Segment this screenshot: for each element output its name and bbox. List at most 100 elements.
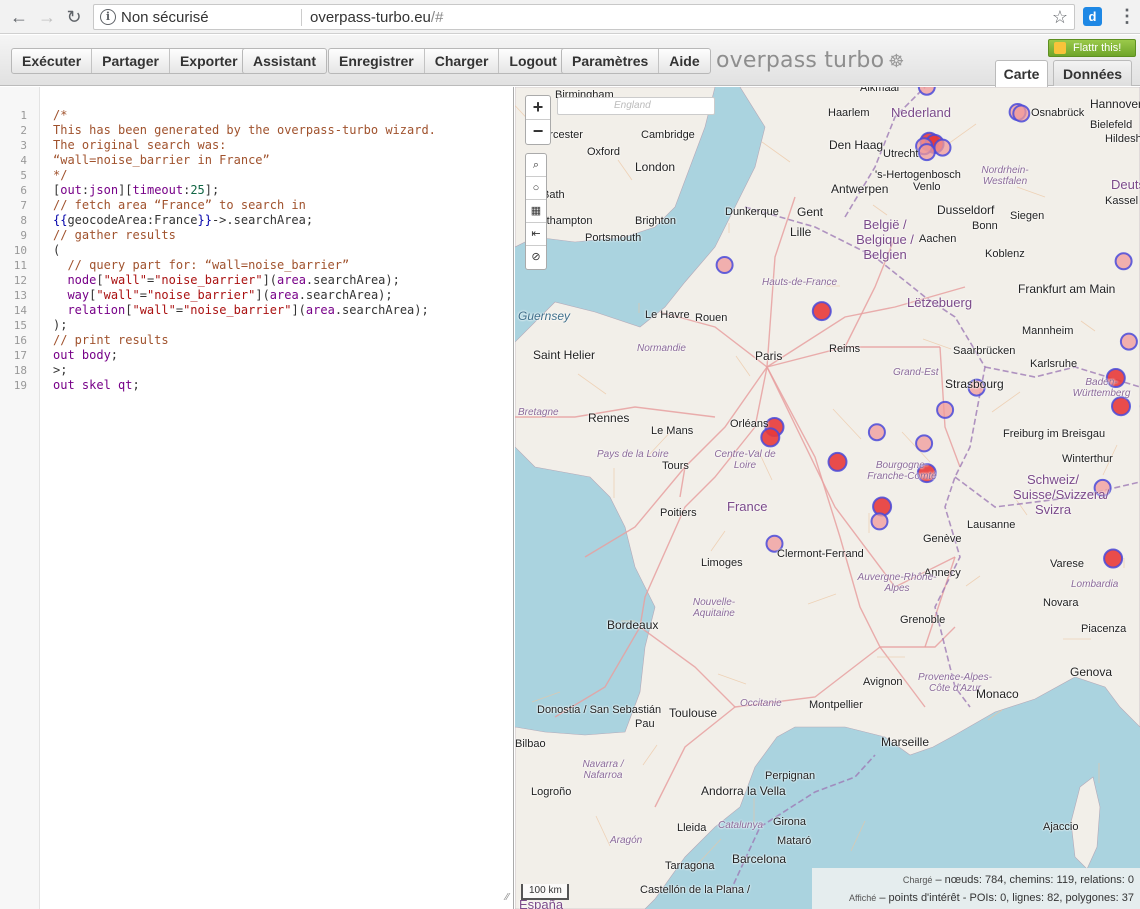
- map-label-bordeaux: Bordeaux: [607, 618, 659, 632]
- map-label-lemans: Le Mans: [651, 425, 694, 437]
- map-label-aragon: Aragón: [610, 835, 643, 846]
- bookmark-star-icon[interactable]: ☆: [1052, 7, 1068, 28]
- map-label-bretagne: Bretagne: [518, 407, 559, 418]
- map-label-clermont: Clermont-Ferrand: [777, 548, 864, 560]
- zoom-in-button[interactable]: +: [526, 96, 550, 120]
- map-label-catalunya: Catalunya: [718, 820, 764, 831]
- noise-barrier-marker: [715, 256, 734, 274]
- help-button[interactable]: Aide: [659, 49, 709, 73]
- map-label-london: London: [635, 160, 676, 174]
- map-label-occitanie: Occitanie: [740, 698, 782, 709]
- stats-loaded: Chargé – nœuds: 784, chemins: 119, relat…: [902, 874, 1134, 886]
- map-label-schweiz: Schweiz/ Suisse/Svizzera/ Svizra: [1013, 472, 1110, 517]
- reload-icon[interactable]: ↻: [63, 6, 85, 28]
- extension-icon[interactable]: d: [1083, 7, 1102, 26]
- line-number: 2: [20, 124, 27, 137]
- code-line: {{geocodeArea:France}}->.searchArea;: [53, 213, 314, 227]
- map-label-frankfurt: Frankfurt am Main: [1018, 282, 1116, 296]
- query-editor[interactable]: 1 2 3 4 5 6 7 8 9 10 11 12 13 14 15 16 1…: [0, 87, 514, 909]
- map-label-osnabruck: Osnabrück: [1031, 107, 1085, 119]
- layers-icon[interactable]: ▦: [526, 200, 546, 223]
- map-label-letzebuerg: Lëtzebuerg: [907, 295, 973, 310]
- map-label-bonn: Bonn: [972, 220, 998, 232]
- map-label-mataro: Mataró: [777, 835, 812, 847]
- line-number: 10: [13, 244, 27, 257]
- fit-data-icon[interactable]: ⇤: [526, 223, 546, 246]
- code-line: );: [53, 318, 68, 332]
- logout-button[interactable]: Logout: [499, 49, 566, 73]
- zoom-out-button[interactable]: −: [526, 120, 550, 144]
- map-label-varese: Varese: [1050, 558, 1085, 570]
- noise-barrier-marker: [760, 427, 781, 448]
- stats-shown: Affiché – points d'intérêt - POIs: 0, li…: [848, 892, 1134, 904]
- map-label-lille: Lille: [790, 225, 812, 239]
- map-label-orleans: Orléans: [730, 418, 769, 430]
- clear-icon[interactable]: ⊘: [526, 246, 546, 269]
- map-label-paysloire: Pays de la Loire: [597, 449, 669, 460]
- locate-icon[interactable]: ○: [526, 177, 546, 200]
- line-number: 16: [13, 334, 27, 347]
- map-label-rouen: Rouen: [695, 312, 728, 324]
- code-line: way["wall"="noise_barrier"](area.searchA…: [67, 288, 393, 302]
- browser-menu-icon[interactable]: ⋮: [1118, 6, 1136, 26]
- load-button[interactable]: Charger: [425, 49, 500, 73]
- map-label-lausanne: Lausanne: [967, 519, 1016, 531]
- line-number: 1: [20, 109, 27, 122]
- map-label-hildesheim: Hildesheim: [1105, 133, 1140, 145]
- map-label-bielefeld: Bielefeld: [1090, 119, 1133, 131]
- noise-barrier-marker: [915, 434, 934, 453]
- map-label-barcelona: Barcelona: [732, 852, 787, 866]
- export-button[interactable]: Exporter: [170, 49, 248, 73]
- brand-text: overpass turbo: [716, 48, 885, 73]
- map-label-dusseldorf: Dusseldorf: [937, 203, 995, 217]
- info-icon[interactable]: i: [100, 9, 116, 25]
- line-number: 14: [13, 304, 27, 317]
- line-number: 9: [20, 229, 27, 242]
- noise-barrier-marker: [1119, 332, 1138, 351]
- map-label-mannheim: Mannheim: [1022, 325, 1074, 337]
- map-label-portsmouth: Portsmouth: [585, 232, 642, 244]
- map-label-navarra: Navarra / Nafarroa: [582, 759, 624, 781]
- map-label-saintHelier: Saint Helier: [533, 348, 596, 362]
- map-label-bourgogne: Bourgogne-Franche-Comté: [867, 460, 937, 482]
- settings-button[interactable]: Paramètres: [562, 49, 660, 73]
- map-search-input[interactable]: England: [557, 97, 715, 115]
- noise-barrier-marker: [917, 87, 936, 96]
- flattr-button[interactable]: Flattr this!: [1048, 39, 1136, 57]
- map-label-avignon: Avignon: [863, 676, 903, 688]
- code-line: // query part for: “wall=noise_barrier”: [67, 258, 350, 272]
- map-label-lleida: Lleida: [677, 822, 707, 834]
- map-label-donostia: Donostia / San Sebastián: [537, 704, 662, 716]
- island: [568, 330, 578, 340]
- line-number: 6: [20, 184, 27, 197]
- noise-barrier-marker: [1012, 104, 1031, 123]
- map-label-hauts: Hauts-de-France: [762, 277, 838, 288]
- map-label-deutschland: Deutsch: [1111, 177, 1140, 192]
- wizard-button[interactable]: Assistant: [243, 49, 326, 73]
- code-line: /*: [53, 108, 68, 122]
- map-view[interactable]: Hannover Birmingham Alkmaar Haarlem Nederlan…: [515, 87, 1140, 909]
- noise-barrier-marker: [867, 423, 886, 442]
- line-number-gutter: 1 2 3 4 5 6 7 8 9 10 11 12 13 14 15 16 1…: [0, 87, 40, 909]
- wizard-group: Assistant: [242, 48, 328, 74]
- tab-data[interactable]: Données: [1053, 60, 1132, 86]
- map-label-alkmaar: Alkmaar: [860, 87, 901, 94]
- save-button[interactable]: Enregistrer: [329, 49, 425, 73]
- share-button[interactable]: Partager: [92, 49, 170, 73]
- map-label-perpignan: Perpignan: [765, 770, 816, 782]
- map-label-france: France: [727, 499, 768, 514]
- resize-grip-icon[interactable]: ⁄⁄: [506, 892, 509, 903]
- run-button[interactable]: Exécuter: [12, 49, 93, 73]
- search-icon[interactable]: ⌕: [526, 154, 546, 177]
- omnibox-separator: [301, 9, 302, 26]
- back-icon[interactable]: ←: [8, 6, 30, 28]
- forward-icon[interactable]: →: [36, 6, 58, 28]
- map-label-piacenza: Piacenza: [1081, 623, 1127, 635]
- noise-barrier-marker: [811, 301, 832, 322]
- noise-barrier-marker: [917, 143, 936, 162]
- address-bar[interactable]: i Non sécurisé overpass-turbo.eu/# ☆: [93, 4, 1075, 30]
- map-tool-control: ⌕ ○ ▦ ⇤ ⊘: [525, 153, 547, 270]
- map-label-oxford: Oxford: [587, 146, 621, 158]
- tab-map[interactable]: Carte: [995, 60, 1048, 87]
- map-label-castellon: Castellón de la Plana /: [640, 884, 751, 896]
